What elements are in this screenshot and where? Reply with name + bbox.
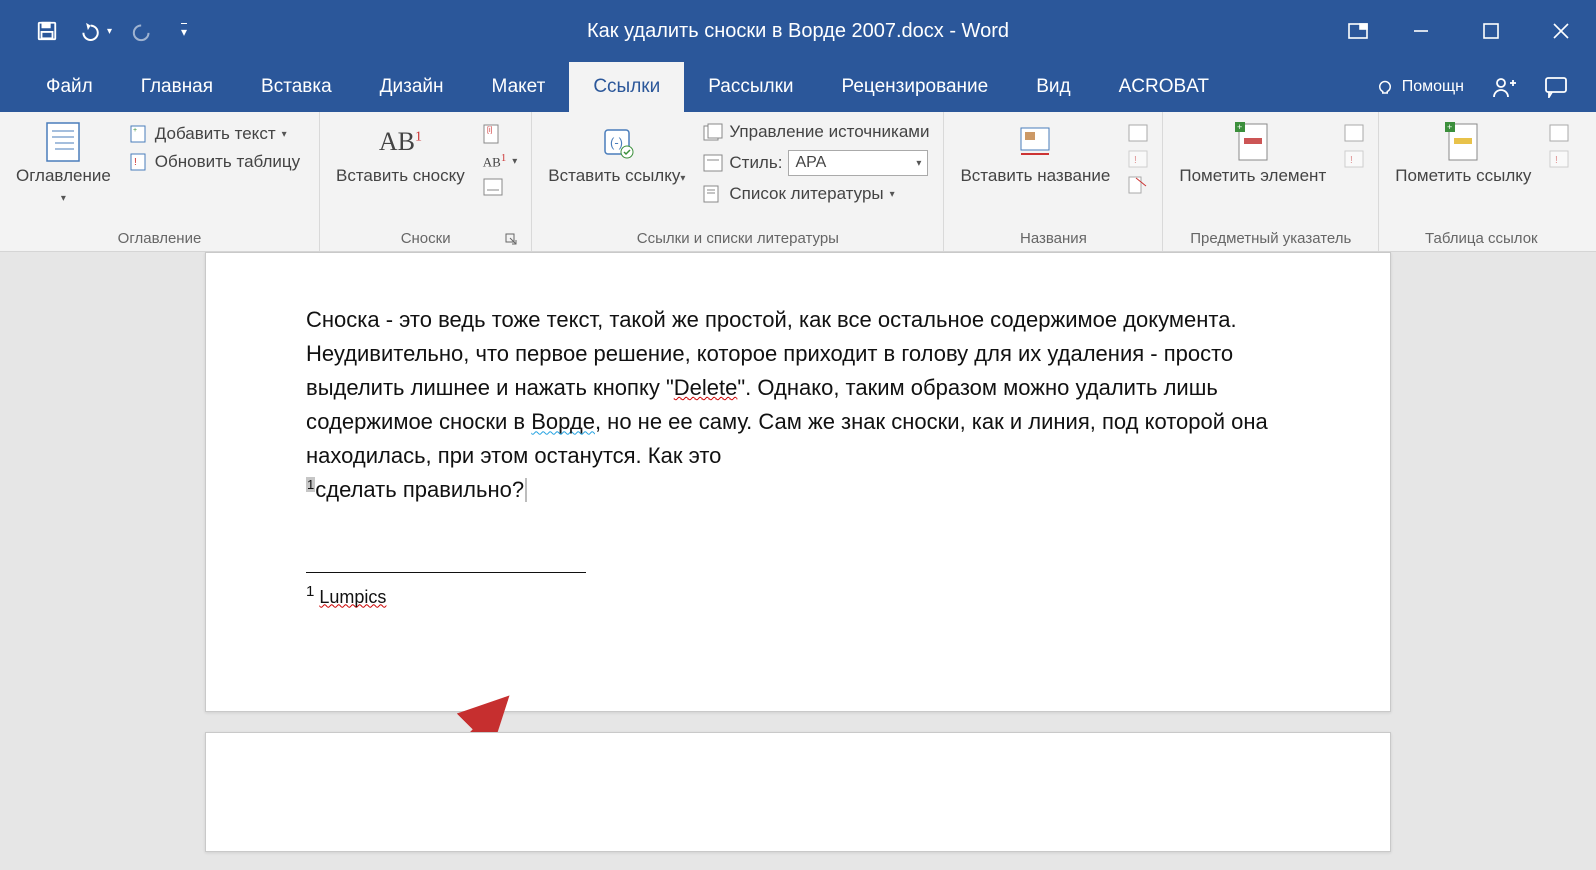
document-area[interactable]: Сноска - это ведь тоже текст, такой же п… — [0, 252, 1596, 870]
mark-entry-label: Пометить элемент — [1179, 166, 1326, 186]
insert-caption-label: Вставить название — [960, 166, 1110, 186]
para-segment-4: сделать правильно? — [315, 477, 524, 502]
cross-reference-button[interactable] — [1124, 174, 1152, 196]
footnote-number: 1 — [306, 583, 314, 600]
minimize-button[interactable] — [1386, 0, 1456, 62]
mark-citation-label: Пометить ссылку — [1395, 166, 1531, 186]
qat-customize-button[interactable]: ▾ — [174, 14, 194, 48]
redo-button[interactable] — [126, 14, 160, 48]
group-label-footnotes: Сноски — [401, 230, 451, 247]
insert-toa-button[interactable] — [1545, 122, 1573, 144]
tab-mailings[interactable]: Рассылки — [684, 62, 817, 112]
save-button[interactable] — [30, 14, 64, 48]
svg-text:[i]: [i] — [487, 127, 493, 134]
citation-style-select[interactable]: Стиль: APA▾ — [699, 148, 933, 178]
insert-caption-button[interactable]: Вставить название — [954, 118, 1116, 190]
add-text-button[interactable]: + Добавить текст▾ — [125, 122, 304, 146]
group-label-citations: Ссылки и списки литературы — [542, 226, 933, 251]
group-table-of-authorities: + Пометить ссылку ! Таблица ссылок — [1379, 112, 1583, 251]
insert-citation-label: Вставить ссылку — [548, 166, 680, 185]
tab-view[interactable]: Вид — [1012, 62, 1094, 112]
update-toc-label: Обновить таблицу — [155, 152, 300, 172]
table-of-contents-button[interactable]: Оглавление▾ — [10, 118, 117, 211]
group-label-toc: Оглавление — [10, 226, 309, 251]
group-table-of-contents: Оглавление▾ + Добавить текст▾ ! Обновить… — [0, 112, 320, 251]
window-controls — [1330, 0, 1596, 62]
style-label: Стиль: — [729, 153, 782, 173]
group-citations: (-) Вставить ссылку▾ Управление источник… — [532, 112, 944, 251]
footnotes-dialog-launcher[interactable] — [505, 233, 519, 247]
insert-table-of-figures-button[interactable] — [1124, 122, 1152, 144]
svg-text:!: ! — [1350, 155, 1353, 166]
group-index: + Пометить элемент ! Предметный указател… — [1163, 112, 1379, 251]
group-label-toa: Таблица ссылок — [1389, 226, 1573, 251]
ribbon: Оглавление▾ + Добавить текст▾ ! Обновить… — [0, 112, 1596, 252]
tell-me-label: Помощн — [1402, 78, 1464, 96]
svg-text:(-): (-) — [610, 135, 623, 150]
group-label-captions: Названия — [954, 226, 1152, 251]
bibliography-label: Список литературы — [729, 184, 883, 204]
tab-insert[interactable]: Вставка — [237, 62, 356, 112]
svg-text:!: ! — [134, 157, 137, 168]
undo-button[interactable]: ▾ — [78, 14, 112, 48]
manage-sources-label: Управление источниками — [729, 122, 929, 142]
footnote-content: Lumpics — [319, 587, 386, 607]
insert-endnote-button[interactable]: [i] — [479, 122, 522, 146]
insert-index-button[interactable] — [1340, 122, 1368, 144]
update-toa-button[interactable]: ! — [1545, 148, 1573, 170]
svg-text:+: + — [1237, 122, 1242, 132]
toc-label: Оглавление — [16, 166, 111, 185]
add-text-label: Добавить текст — [155, 124, 276, 144]
group-label-index: Предметный указатель — [1173, 226, 1368, 251]
maximize-button[interactable] — [1456, 0, 1526, 62]
group-captions: Вставить название ! Названия — [944, 112, 1163, 251]
document-page-2[interactable] — [205, 732, 1391, 852]
tell-me-button[interactable]: Помощн — [1376, 78, 1464, 96]
manage-sources-button[interactable]: Управление источниками — [699, 120, 933, 144]
comments-button[interactable] — [1544, 76, 1568, 98]
group-footnotes: AB1 Вставить сноску [i] AB1▾ Сноски — [320, 112, 532, 251]
bibliography-button[interactable]: Список литературы▾ — [699, 182, 933, 206]
tab-acrobat[interactable]: ACROBAT — [1095, 62, 1233, 112]
svg-text:!: ! — [1555, 155, 1558, 166]
ribbon-display-options-button[interactable] — [1330, 0, 1386, 62]
tab-review[interactable]: Рецензирование — [818, 62, 1013, 112]
update-tof-button[interactable]: ! — [1124, 148, 1152, 170]
footnote-text[interactable]: 1 Lumpics — [306, 583, 1290, 608]
tab-design[interactable]: Дизайн — [356, 62, 468, 112]
close-button[interactable] — [1526, 0, 1596, 62]
svg-text:+: + — [133, 127, 137, 134]
tab-references[interactable]: Ссылки — [569, 62, 684, 112]
ribbon-tabs: Файл Главная Вставка Дизайн Макет Ссылки… — [0, 62, 1596, 112]
text-cursor — [525, 478, 527, 502]
next-footnote-button[interactable]: AB1▾ — [479, 150, 522, 172]
vorde-word: Ворде — [531, 409, 595, 434]
mark-citation-button[interactable]: + Пометить ссылку — [1389, 118, 1537, 190]
update-index-button[interactable]: ! — [1340, 148, 1368, 170]
titlebar: ▾ ▾ Как удалить сноски в Ворде 2007.docx… — [0, 0, 1596, 62]
insert-citation-button[interactable]: (-) Вставить ссылку▾ — [542, 118, 691, 190]
insert-footnote-label: Вставить сноску — [336, 166, 465, 186]
svg-text:+: + — [1447, 122, 1452, 132]
update-toc-button[interactable]: ! Обновить таблицу — [125, 150, 304, 174]
tab-home[interactable]: Главная — [117, 62, 237, 112]
quick-access-toolbar: ▾ ▾ — [0, 14, 194, 48]
footnote-reference-mark[interactable]: 1 — [306, 477, 315, 492]
tab-layout[interactable]: Макет — [468, 62, 570, 112]
svg-text:!: ! — [1134, 155, 1137, 166]
style-value: APA — [795, 154, 826, 172]
show-notes-button[interactable] — [479, 176, 522, 198]
footnote-separator — [306, 572, 586, 573]
tab-file[interactable]: Файл — [22, 62, 117, 112]
delete-word: Delete — [674, 375, 738, 400]
body-paragraph[interactable]: Сноска - это ведь тоже текст, такой же п… — [306, 303, 1290, 508]
insert-footnote-button[interactable]: AB1 Вставить сноску — [330, 118, 471, 190]
mark-index-entry-button[interactable]: + Пометить элемент — [1173, 118, 1332, 190]
document-page[interactable]: Сноска - это ведь тоже текст, такой же п… — [205, 252, 1391, 712]
share-button[interactable] — [1492, 75, 1516, 99]
